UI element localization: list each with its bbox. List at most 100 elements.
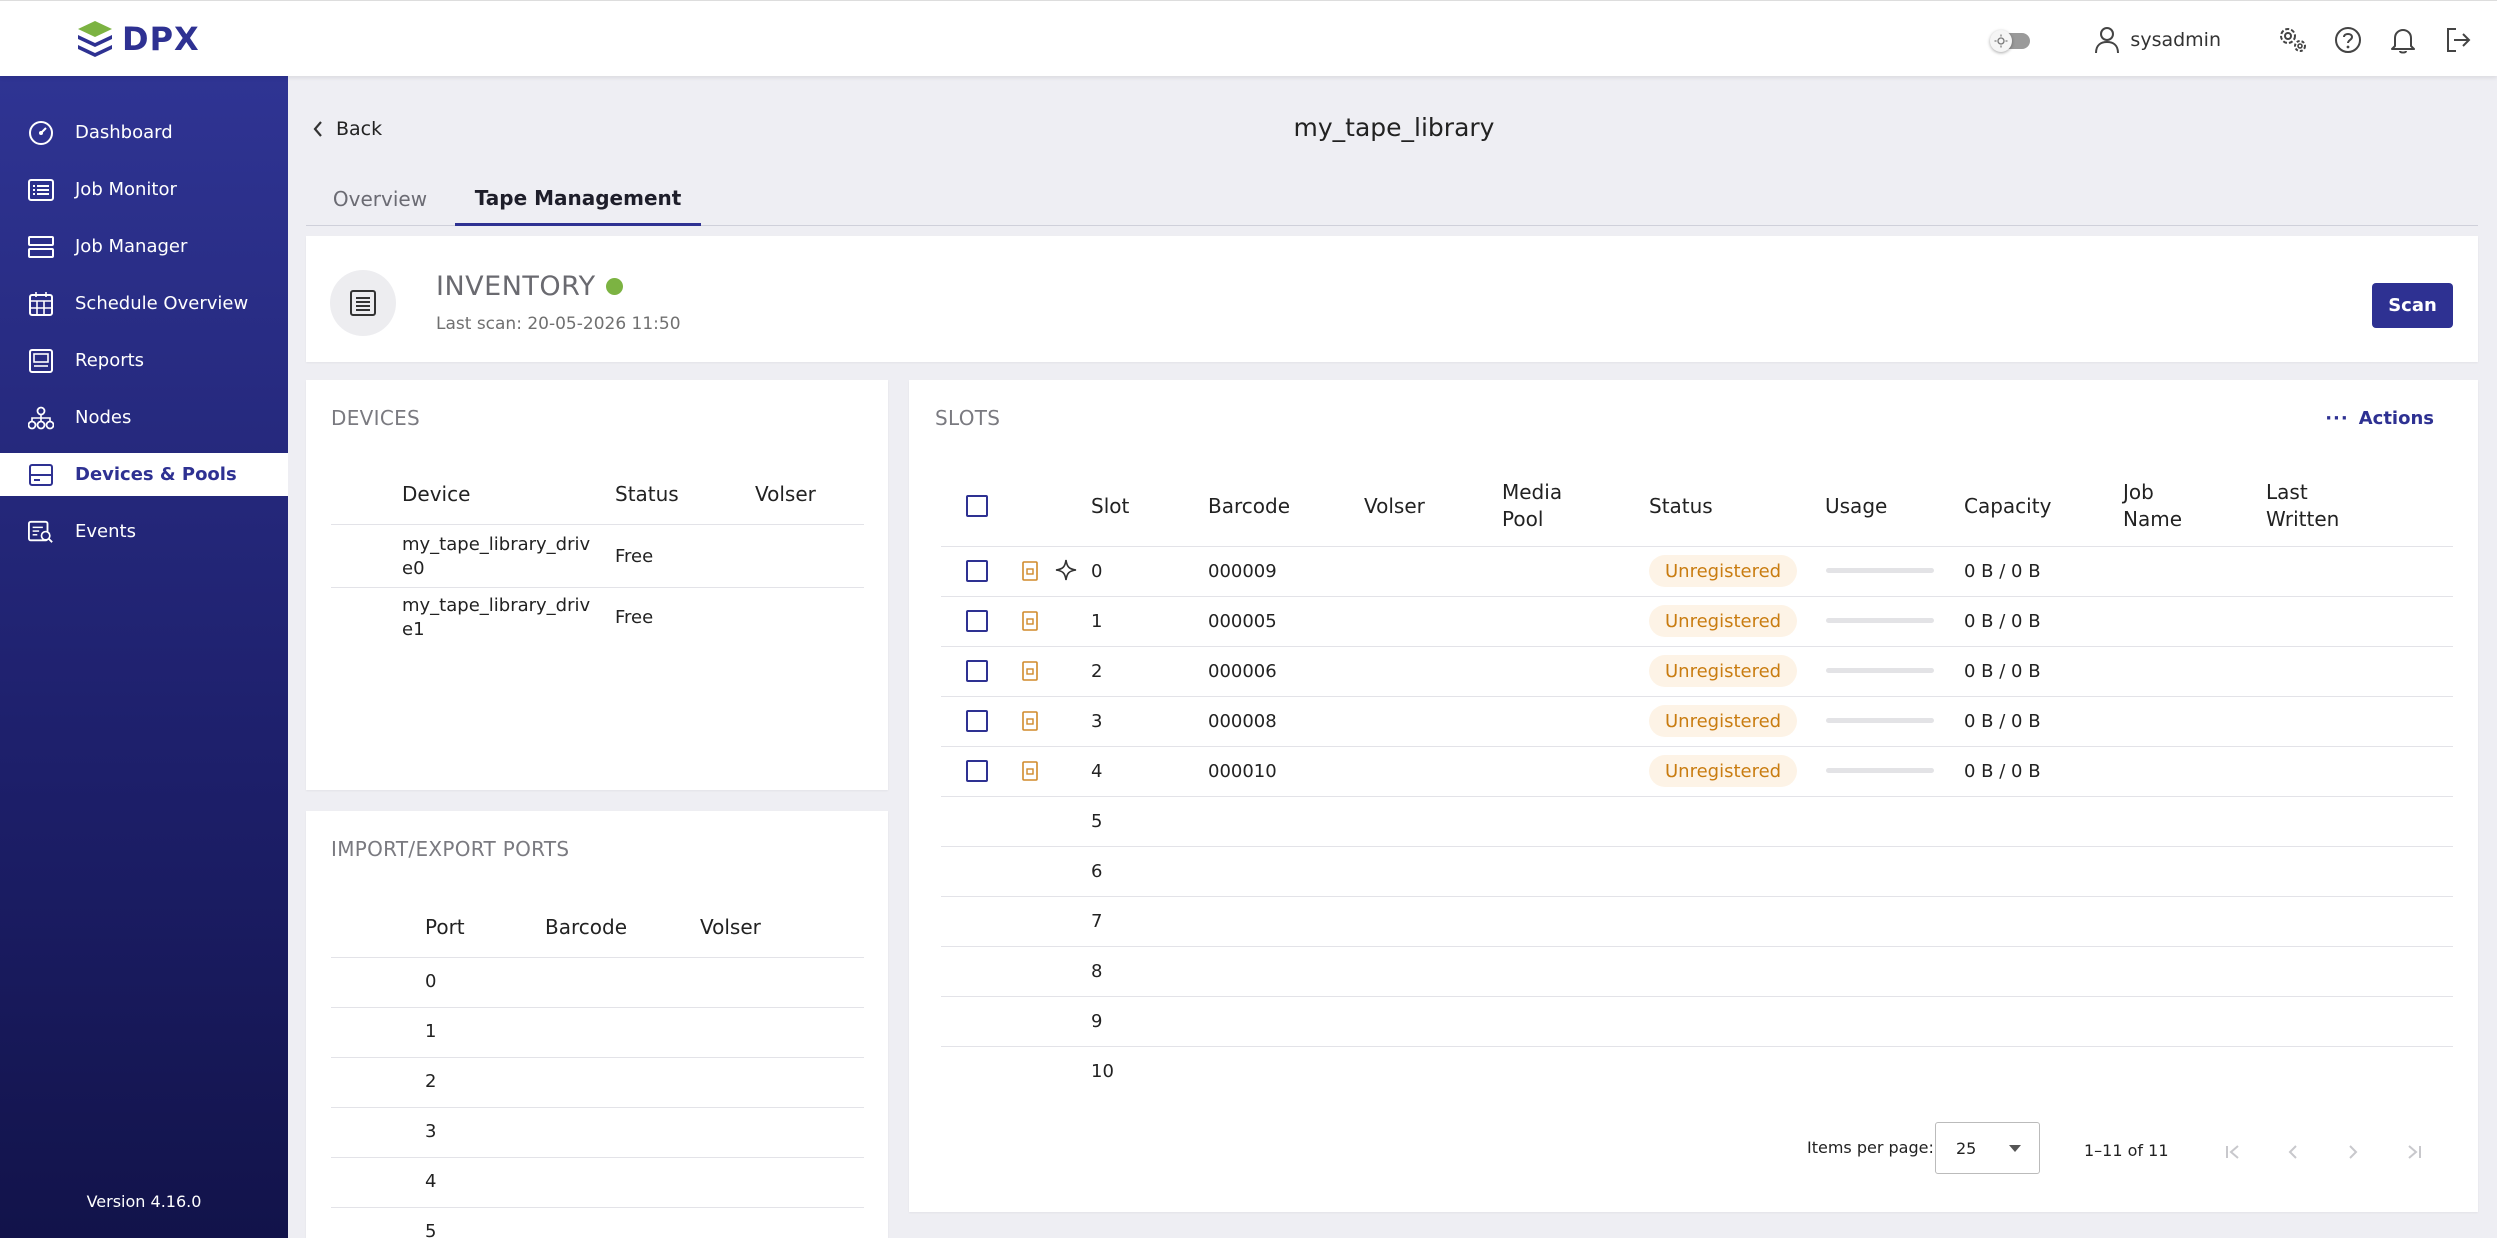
sidebar-item-devices-pools[interactable]: Devices & Pools [0,453,288,496]
brand-name: DPX [122,20,200,58]
sidebar-item-job-monitor[interactable]: Job Monitor [0,168,288,211]
slot-number: 6 [1091,861,1103,882]
sidebar-item-nodes[interactable]: Nodes [0,396,288,439]
slots-col-last-written: Last Written [2266,479,2339,533]
device-status: Free [615,546,654,567]
port-number: 2 [425,1071,437,1092]
row-checkbox[interactable] [966,660,988,682]
slot-number: 1 [1091,611,1103,632]
reports-icon [28,348,54,374]
ports-col-volser: Volser [700,915,761,939]
tab-tape-management[interactable]: Tape Management [455,172,701,226]
actions-label: Actions [2358,408,2434,429]
settings-gear-icon[interactable] [2276,23,2310,57]
slot-number: 7 [1091,911,1103,932]
divider [331,1207,864,1208]
divider [941,696,2453,697]
bell-icon[interactable] [2386,23,2420,57]
ports-card: IMPORT/EXPORT PORTS Port Barcode Volser … [306,811,888,1238]
sidebar-item-label: Job Monitor [75,179,177,200]
status-badge: Unregistered [1649,605,1798,637]
divider [331,1157,864,1158]
col-label-line2: Name [2123,507,2183,531]
caret-down-icon [2009,1145,2021,1152]
divider [941,946,2453,947]
theme-toggle[interactable] [1990,30,2031,52]
slots-col-status: Status [1649,494,1713,518]
device-name-line1: my_tape_library_driv [402,534,591,555]
logout-icon[interactable] [2441,23,2475,57]
row-checkbox[interactable] [966,710,988,732]
user-icon [2095,27,2120,54]
tab-overview[interactable]: Overview [306,172,454,226]
divider [331,524,864,525]
tape-cartridge-icon [1022,561,1038,585]
sidebar-item-reports[interactable]: Reports [0,339,288,382]
status-badge: Unregistered [1649,755,1798,787]
slot-barcode: 000010 [1208,761,1277,782]
items-per-page-select[interactable]: 25 [1935,1122,2040,1174]
actions-button[interactable]: ··· Actions [2325,408,2434,429]
row-checkbox[interactable] [966,760,988,782]
devices-icon [28,462,54,488]
next-page-icon[interactable] [2333,1132,2373,1172]
slots-card: SLOTS ··· Actions Slot Barcode Volser Me… [909,380,2478,1212]
sidebar-item-label: Schedule Overview [75,293,249,314]
scan-button[interactable]: Scan [2372,283,2453,328]
nodes-icon [28,405,54,431]
port-number: 3 [425,1121,437,1142]
back-label: Back [336,118,383,140]
col-label-line2: Written [2266,507,2340,531]
sidebar-item-dashboard[interactable]: Dashboard [0,111,288,154]
help-icon[interactable] [2331,23,2365,57]
previous-page-icon[interactable] [2273,1132,2313,1172]
devices-card: DEVICES Device Status Volser my_tape_lib… [306,380,888,790]
slot-number: 9 [1091,1011,1103,1032]
port-number: 4 [425,1171,437,1192]
port-number: 0 [425,971,437,992]
divider [941,796,2453,797]
ports-title: IMPORT/EXPORT PORTS [331,837,570,861]
more-horizontal-icon: ··· [2325,408,2349,429]
usage-bar [1826,618,1934,623]
sidebar-item-schedule-overview[interactable]: Schedule Overview [0,282,288,325]
divider [331,1007,864,1008]
divider [941,596,2453,597]
sparkle-icon [1055,559,1077,585]
row-checkbox[interactable] [966,560,988,582]
sidebar-item-events[interactable]: Events [0,510,288,553]
dashboard-icon [28,120,54,146]
top-header: DPX sysadmin [0,0,2497,76]
page-title: my_tape_library [1293,113,1495,142]
dpx-logo[interactable]: DPX [76,19,200,59]
sidebar-item-label: Job Manager [75,236,188,257]
divider [941,646,2453,647]
job-monitor-icon [28,177,54,203]
first-page-icon[interactable] [2214,1132,2254,1172]
select-all-checkbox[interactable] [966,495,988,517]
slot-number: 8 [1091,961,1103,982]
divider [941,546,2453,547]
slot-capacity: 0 B / 0 B [1964,711,2041,732]
slots-col-barcode: Barcode [1208,494,1290,518]
divider [941,1046,2453,1047]
last-scan-text: Last scan: 20-05-2026 11:50 [436,314,681,334]
divider [331,1057,864,1058]
divider [941,996,2453,997]
slot-barcode: 000006 [1208,661,1277,682]
tape-cartridge-icon [1022,661,1038,685]
items-per-page-value: 25 [1956,1138,1977,1158]
slot-barcode: 000009 [1208,561,1277,582]
last-page-icon[interactable] [2393,1132,2433,1172]
slot-capacity: 0 B / 0 B [1964,661,2041,682]
usage-bar [1826,668,1934,673]
device-name-line2: e1 [402,619,425,640]
divider [331,957,864,958]
sidebar-item-job-manager[interactable]: Job Manager [0,225,288,268]
col-label-line1: Job [2123,480,2154,504]
row-checkbox[interactable] [966,610,988,632]
user-menu[interactable]: sysadmin [2094,26,2221,54]
devices-col-device: Device [402,482,471,506]
back-button[interactable]: Back [312,118,382,140]
port-number: 1 [425,1021,437,1042]
